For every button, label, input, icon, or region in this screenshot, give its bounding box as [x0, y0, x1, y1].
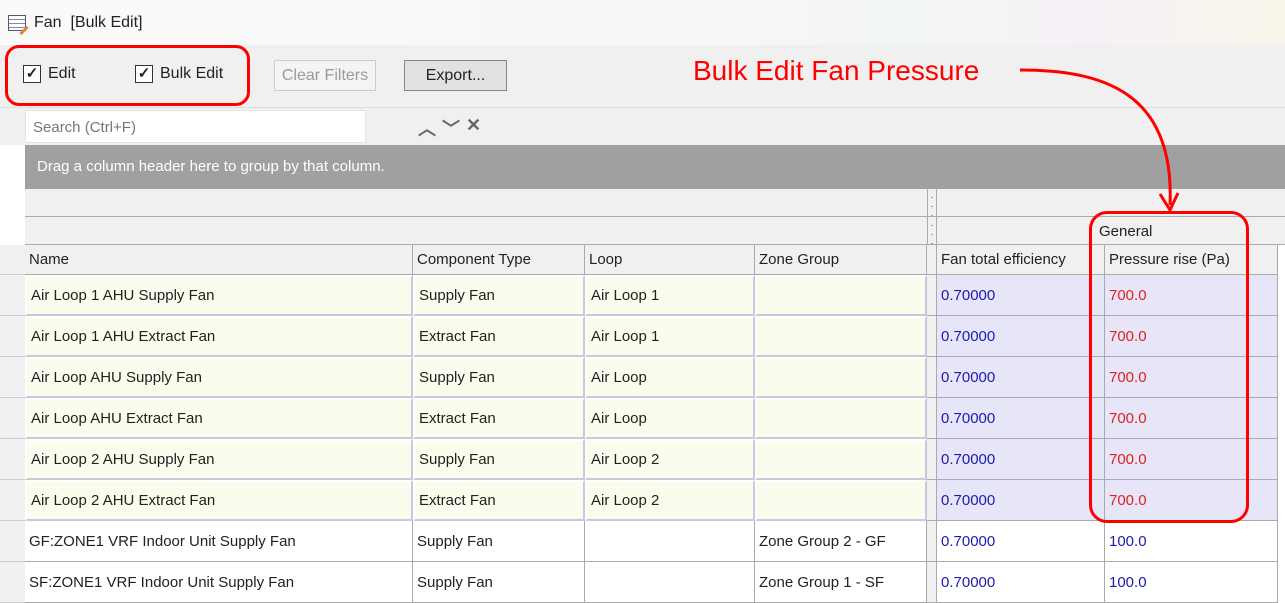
annotation-arrow [1019, 68, 1180, 214]
